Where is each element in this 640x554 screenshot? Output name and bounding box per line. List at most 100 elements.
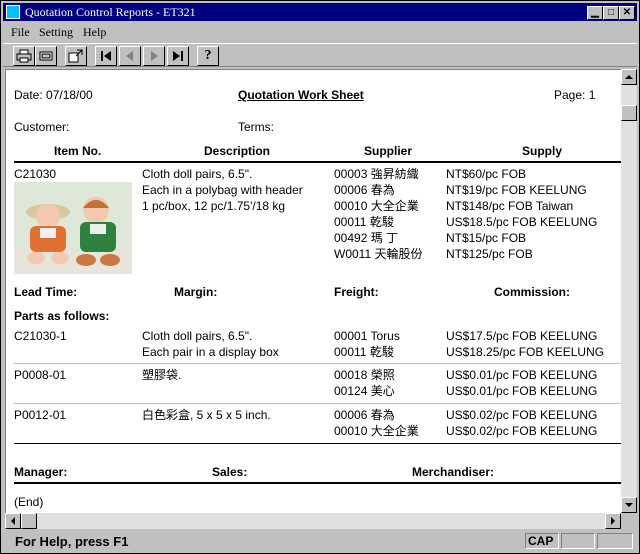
up-arrow-icon <box>625 75 633 79</box>
lead-time-label: Lead Time: <box>14 285 78 299</box>
cap-indicator: CAP <box>525 533 559 549</box>
help-button[interactable]: ? <box>197 46 219 66</box>
title-bar[interactable]: Quotation Control Reports - ET321 ▁ □ ✕ <box>3 3 637 21</box>
supplier-line: 00010 大全企業 <box>334 424 419 438</box>
right-arrow-icon <box>611 517 615 525</box>
menu-help[interactable]: Help <box>83 25 106 40</box>
report-title: Quotation Work Sheet <box>238 88 364 102</box>
scroll-right-button[interactable] <box>605 513 621 529</box>
description-line: Each pair in a display box <box>142 345 279 359</box>
column-header-supply: Supply <box>522 144 563 158</box>
part-suppliers: 00001 Torus 00011 乾駿 <box>334 328 400 360</box>
supplier-line: 00010 大全企業 <box>334 199 419 213</box>
scroll-down-button[interactable] <box>621 497 637 513</box>
column-header-description: Description <box>204 144 271 158</box>
setup-button[interactable] <box>65 46 87 66</box>
signature-divider <box>14 482 622 484</box>
commission-label: Commission: <box>494 285 571 299</box>
manager-label: Manager: <box>14 465 68 479</box>
scroll-up-button[interactable] <box>621 69 637 85</box>
customer-label: Customer: <box>14 120 70 134</box>
supply-line: NT$15/pc FOB <box>446 231 527 245</box>
vertical-scrollbar[interactable] <box>621 69 637 513</box>
header-divider <box>14 161 622 163</box>
margin-label: Margin: <box>174 285 218 299</box>
description-line: 塑膠袋. <box>142 368 182 382</box>
supplier-line: 00006 春為 <box>334 408 395 422</box>
next-page-icon <box>151 51 158 61</box>
menu-setting[interactable]: Setting <box>39 25 73 40</box>
main-item-suppliers: 00003 強昇紡織 00006 春為 00010 大全企業 00011 乾駿 … <box>334 166 422 262</box>
maximize-icon: □ <box>607 7 615 18</box>
app-icon[interactable] <box>6 5 20 19</box>
app-window: Quotation Control Reports - ET321 ▁ □ ✕ … <box>0 0 640 554</box>
part-item-no: C21030-1 <box>14 329 67 343</box>
terms-label: Terms: <box>238 120 274 134</box>
column-header-supplier: Supplier <box>364 144 413 158</box>
down-arrow-icon <box>625 503 633 507</box>
description-line: 白色彩盒, 5 x 5 x 5 inch. <box>142 408 271 422</box>
description-line: Cloth doll pairs, 6.5". <box>142 329 253 343</box>
supply-line: US$17.5/pc FOB KEELUNG <box>446 329 598 343</box>
printer-icon <box>16 49 32 63</box>
part-supply: US$0.02/pc FOB KEELUNG US$0.02/pc FOB KE… <box>446 407 597 439</box>
next-page-button[interactable] <box>143 46 165 66</box>
menu-bar: File Setting Help <box>3 23 637 41</box>
column-header-item-no: Item No. <box>54 144 102 158</box>
product-photo <box>14 182 132 274</box>
num-indicator <box>561 533 595 549</box>
description-line: Cloth doll pairs, 6.5". <box>142 167 253 181</box>
supplier-line: 00003 強昇紡織 <box>334 167 419 181</box>
supplier-line: W0011 天輪股份 <box>334 247 423 261</box>
parts-label: Parts as follows: <box>14 309 110 323</box>
end-marker: (End) <box>14 495 44 509</box>
description-line: Each in a polybag with header <box>142 183 303 197</box>
part-description: 塑膠袋. <box>142 367 181 383</box>
parts-end-divider <box>14 443 622 444</box>
supply-line: US$0.01/pc FOB KEELUNG <box>446 368 598 382</box>
scrollbar-corner <box>621 513 637 529</box>
horizontal-scrollbar[interactable] <box>5 513 621 529</box>
print-preview-icon <box>39 51 53 61</box>
page-number: Page: 1 <box>554 88 596 102</box>
supply-line: US$0.02/pc FOB KEELUNG <box>446 408 598 422</box>
description-line: 1 pc/box, 12 pc/1.75'/18 kg <box>142 199 286 213</box>
minimize-icon: ▁ <box>591 7 599 18</box>
part-description: 白色彩盒, 5 x 5 x 5 inch. <box>142 407 271 423</box>
part-item-no: P0008-01 <box>14 368 67 382</box>
last-page-button[interactable] <box>167 46 189 66</box>
left-arrow-icon <box>11 517 15 525</box>
supplier-line: 00011 乾駿 <box>334 345 394 359</box>
minimize-button[interactable]: ▁ <box>587 6 603 20</box>
prev-page-button[interactable] <box>119 46 141 66</box>
first-page-icon <box>101 51 111 61</box>
part-suppliers: 00006 春為 00010 大全企業 <box>334 407 419 439</box>
supplier-line: 00018 榮照 <box>334 368 395 382</box>
supply-line: US$18.5/pc FOB KEELUNG <box>446 215 598 229</box>
part-supply: US$17.5/pc FOB KEELUNG US$18.25/pc FOB K… <box>446 328 604 360</box>
help-icon: ? <box>204 48 212 63</box>
report-view[interactable]: Date: 07/18/00 Quotation Work Sheet Page… <box>5 69 622 514</box>
setup-icon <box>68 49 83 63</box>
row-divider <box>14 403 622 404</box>
main-item-description: Cloth doll pairs, 6.5". Each in a polyba… <box>142 166 303 214</box>
print-button[interactable] <box>13 46 35 66</box>
print-preview-button[interactable] <box>35 46 57 66</box>
supply-line: NT$19/pc FOB KEELUNG <box>446 183 587 197</box>
supply-line: NT$60/pc FOB <box>446 167 527 181</box>
status-bar: For Help, press F1 CAP <box>3 531 637 551</box>
scrl-indicator <box>597 533 633 549</box>
row-divider <box>14 363 622 364</box>
status-help-text: For Help, press F1 <box>15 534 129 549</box>
horizontal-scroll-thumb[interactable] <box>21 513 37 529</box>
part-description: Cloth doll pairs, 6.5". Each pair in a d… <box>142 328 279 360</box>
supply-line: NT$125/pc FOB <box>446 247 533 261</box>
close-button[interactable]: ✕ <box>619 6 635 20</box>
menu-file[interactable]: File <box>11 25 30 40</box>
first-page-button[interactable] <box>95 46 117 66</box>
supply-line: US$0.01/pc FOB KEELUNG <box>446 384 598 398</box>
scroll-left-button[interactable] <box>5 513 21 529</box>
supply-line: US$0.02/pc FOB KEELUNG <box>446 424 598 438</box>
maximize-button[interactable]: □ <box>603 6 619 20</box>
scroll-thumb[interactable] <box>621 105 637 121</box>
